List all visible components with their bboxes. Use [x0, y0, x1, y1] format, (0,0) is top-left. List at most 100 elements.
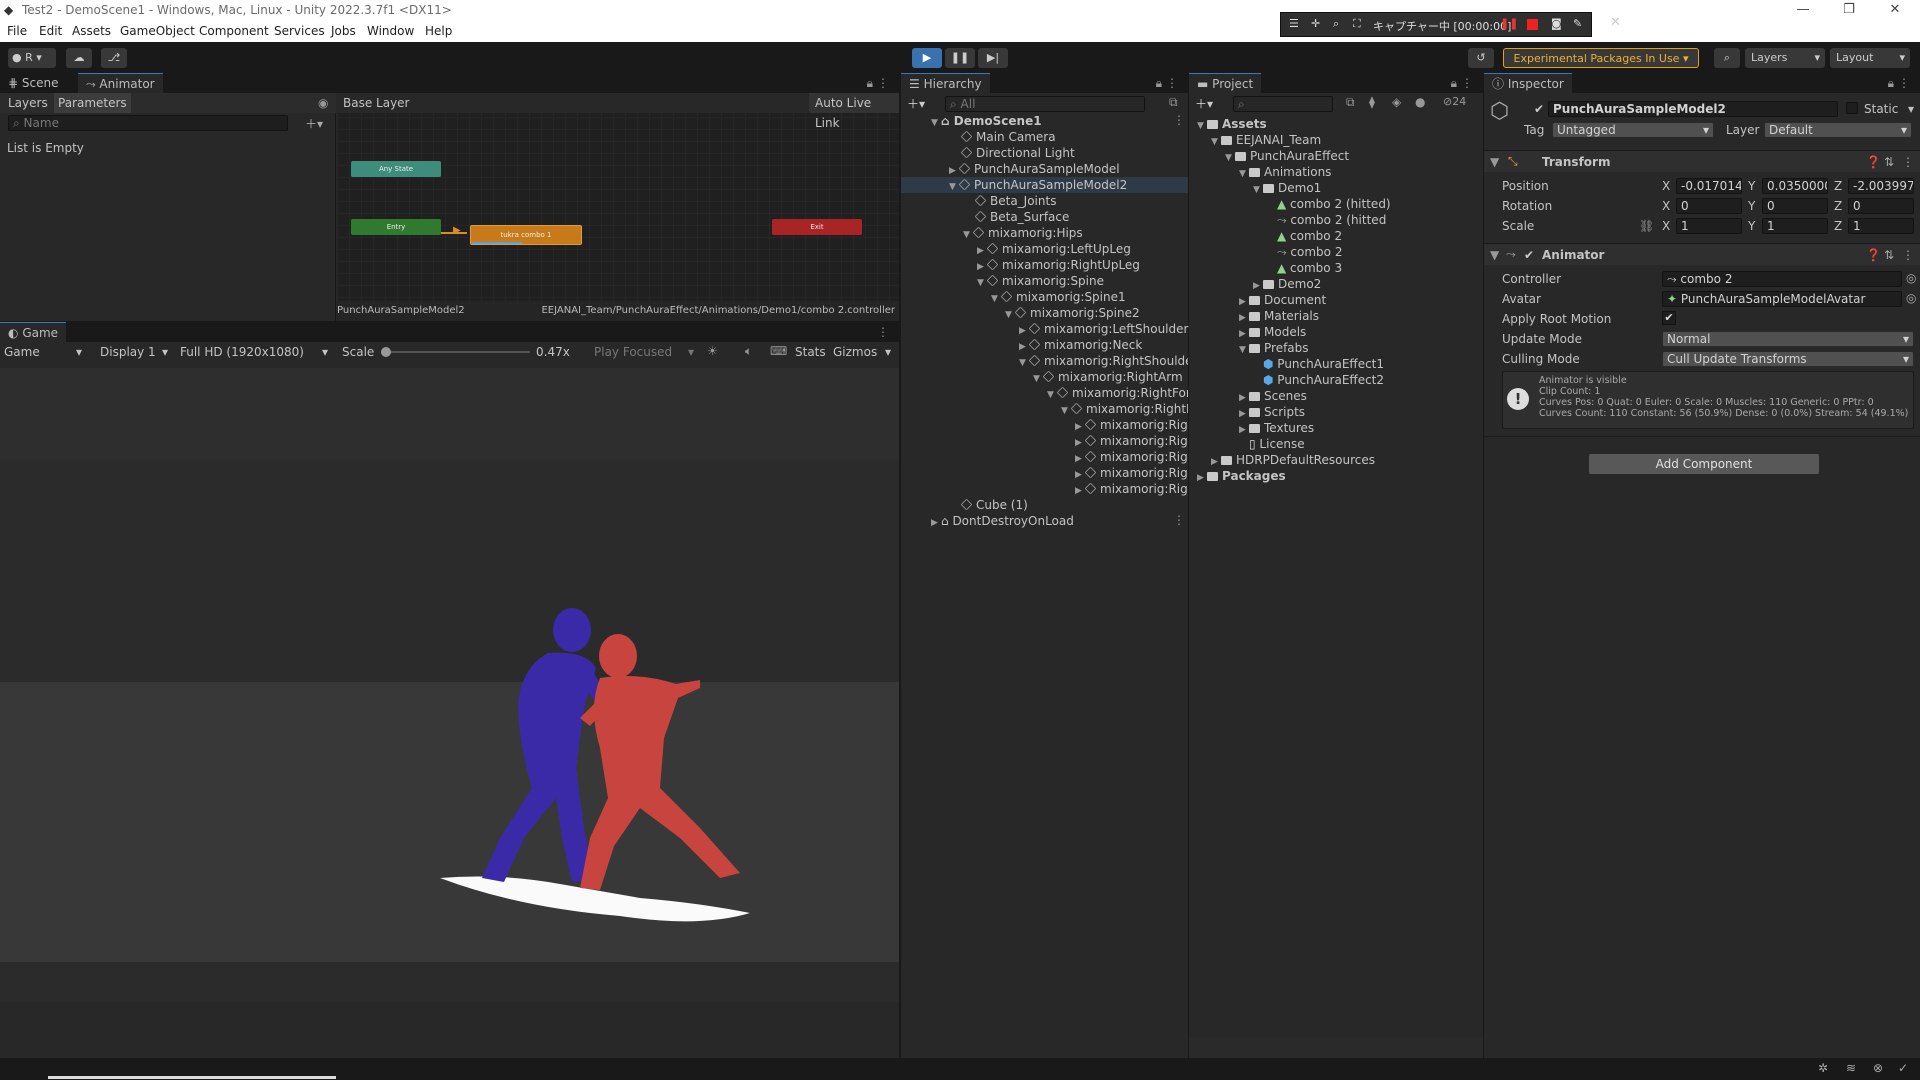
display-dropdown[interactable]: Display 1 [100, 345, 156, 359]
position-y-field[interactable]: 0.0350000 [1762, 178, 1828, 194]
project-item[interactable]: ⬢ PunchAuraEffect2 [1263, 372, 1384, 388]
collab-icon[interactable]: ⎇ [101, 48, 127, 68]
minimize-icon[interactable]: — [1780, 0, 1826, 20]
update-mode-dropdown[interactable]: Normal ▾ [1662, 331, 1914, 347]
filter-type-icon[interactable]: ⧫ [1369, 95, 1375, 109]
hierarchy-item[interactable]: ▼ mixamorig:RightShoulder [1019, 353, 1188, 369]
hierarchy-item[interactable]: Cube (1) [960, 497, 1028, 513]
lock-icon[interactable]: 🔒︎ [1156, 76, 1162, 91]
game-view[interactable] [0, 368, 899, 1002]
scale-x-field[interactable]: 1 [1676, 218, 1742, 234]
kebab-icon[interactable]: ⋮ [1902, 248, 1914, 262]
menu-edit[interactable]: Edit [39, 24, 62, 38]
hierarchy-item[interactable]: ▶ mixamorig:LeftUpLeg [977, 241, 1131, 257]
root-motion-checkbox[interactable]: ✔ [1662, 311, 1676, 325]
hierarchy-item[interactable]: ▼ mixamorig:RightArm [1033, 369, 1183, 385]
chevron-down-icon[interactable]: ▾ [1908, 102, 1914, 116]
add-component-button[interactable]: Add Component [1588, 453, 1820, 475]
restore-icon[interactable]: ❐ [1826, 0, 1872, 20]
step-button[interactable]: ▶| [978, 48, 1008, 68]
hierarchy-item[interactable]: ▶ mixamorig:Rigl [1075, 465, 1188, 481]
tab-hierarchy[interactable]: ☰ Hierarchy [901, 73, 990, 93]
bug-icon[interactable]: ✲ [1818, 1061, 1828, 1075]
project-item[interactable]: ▶ Scenes [1239, 388, 1307, 404]
pause-icon[interactable]: ❚❚ [1500, 17, 1518, 30]
cloud-icon[interactable]: ☁ [66, 48, 92, 68]
capture-close-icon[interactable]: ✕ [1610, 15, 1621, 30]
enabled-checkbox[interactable]: ✔ [1524, 248, 1534, 262]
position-x-field[interactable]: -0.017014: [1676, 178, 1742, 194]
static-checkbox[interactable] [1846, 102, 1858, 114]
zoom-icon[interactable]: ⌕ [1333, 17, 1339, 31]
menu-services[interactable]: Services [274, 24, 325, 38]
kebab-icon[interactable]: ⋮ [1173, 513, 1185, 527]
rotation-y-field[interactable]: 0 [1762, 198, 1828, 214]
create-button[interactable]: ＋▾ [907, 95, 925, 112]
project-item[interactable]: ▶ Packages [1197, 468, 1286, 484]
kebab-icon[interactable]: ⋮ [1902, 155, 1914, 169]
menu-help[interactable]: Help [425, 24, 452, 38]
hierarchy-item-demoscene1[interactable]: ▼ ⌂ DemoScene1 [931, 113, 1042, 129]
scale-z-field[interactable]: 1 [1848, 218, 1914, 234]
preset-icon[interactable]: ⇅ [1884, 248, 1894, 262]
hidden-packages-icon[interactable]: ⊘24 [1443, 95, 1466, 108]
menu-gameobject[interactable]: GameObject [120, 24, 195, 38]
transform-header[interactable]: ▼ ⤡ Transform ❓ ⇅ ⋮ [1484, 150, 1920, 172]
keyboard-icon[interactable]: ⌨ [770, 344, 787, 358]
project-item[interactable]: ▲ combo 2 [1277, 228, 1342, 244]
link-icon[interactable]: ⛓ [1639, 219, 1654, 233]
lock-icon[interactable]: 🔒︎ [1451, 76, 1457, 91]
hierarchy-item[interactable]: Directional Light [960, 145, 1075, 161]
any-state-node[interactable]: Any State [351, 161, 441, 177]
position-z-field[interactable]: -2.003997 [1848, 178, 1914, 194]
search-scope-icon[interactable]: ⧉ [1346, 95, 1355, 110]
help-icon[interactable]: ❓ [1866, 155, 1881, 169]
scale-slider[interactable] [382, 351, 530, 353]
kebab-icon[interactable]: ⋮ [877, 325, 889, 339]
scale-y-field[interactable]: 1 [1762, 218, 1828, 234]
lock-icon[interactable]: 🔒︎ [1888, 76, 1894, 91]
hierarchy-item[interactable]: ▼ mixamorig:RightH [1061, 401, 1188, 417]
project-item[interactable]: ▯ License [1249, 436, 1305, 452]
object-picker-icon[interactable]: ◎ [1906, 271, 1916, 285]
project-search-input[interactable]: ⌕ [1233, 96, 1333, 112]
project-item[interactable]: ▶ Models [1239, 324, 1306, 340]
tag-dropdown[interactable]: Untagged ▾ [1552, 122, 1714, 138]
animator-component-header[interactable]: ▼ ⤳ ✔ Animator ❓ ⇅ ⋮ [1484, 243, 1920, 265]
hierarchy-item[interactable]: ▼ mixamorig:Hips [963, 225, 1083, 241]
lock-icon[interactable]: 🔒︎ [867, 76, 873, 91]
project-item[interactable]: ▼ EEJANAI_Team [1211, 132, 1321, 148]
project-item[interactable]: ▶ Demo2 [1253, 276, 1321, 292]
hierarchy-item[interactable]: Main Camera [960, 129, 1056, 145]
project-item[interactable]: ▲ combo 2 (hitted) [1277, 196, 1391, 212]
controller-field[interactable]: ⤳ combo 2 [1662, 271, 1902, 287]
audio-icon[interactable]: 🔈︎ [745, 344, 752, 359]
close-icon[interactable]: ✕ [1872, 0, 1918, 20]
play-button[interactable]: ▶ [912, 48, 942, 68]
kebab-icon[interactable]: ⋮ [1461, 76, 1473, 90]
project-item[interactable]: ▶ HDRPDefaultResources [1211, 452, 1375, 468]
project-item[interactable]: ▼ PunchAuraEffect [1225, 148, 1349, 164]
hierarchy-item[interactable]: ▼ mixamorig:Spine2 [1005, 305, 1140, 321]
hierarchy-search-input[interactable]: ⌕ All [945, 96, 1145, 112]
hierarchy-item[interactable]: Beta_Surface [974, 209, 1069, 225]
favorite-icon[interactable]: ● [1415, 95, 1425, 109]
project-item[interactable]: ⤳ combo 2 (hitted [1277, 212, 1386, 228]
hierarchy-item[interactable]: ▶ mixamorig:Rigl [1075, 449, 1188, 465]
project-item[interactable]: ▶ Materials [1239, 308, 1319, 324]
object-name-field[interactable]: PunchAuraSampleModel2 [1548, 101, 1838, 117]
culling-mode-dropdown[interactable]: Cull Update Transforms ▾ [1662, 351, 1914, 367]
project-item[interactable]: ▼ Prefabs [1239, 340, 1309, 356]
hierarchy-item[interactable]: ▶ mixamorig:Rigl [1075, 481, 1188, 497]
stats-button[interactable]: Stats [795, 345, 826, 359]
layers-icon[interactable]: ≋ [1846, 1061, 1856, 1075]
eye-icon[interactable]: ◉ [318, 96, 328, 110]
hierarchy-item[interactable]: ▶ ⌂ DontDestroyOnLoad [931, 513, 1074, 529]
hierarchy-item[interactable]: ▼ mixamorig:Spine1 [991, 289, 1126, 305]
resolution-dropdown[interactable]: Full HD (1920x1080) [180, 345, 304, 359]
kebab-icon[interactable]: ⋮ [1166, 76, 1178, 90]
scene-visibility-icon[interactable]: ⧉ [1169, 95, 1178, 110]
menu-window[interactable]: Window [367, 24, 414, 38]
stop-icon[interactable] [1527, 19, 1538, 30]
pen-icon[interactable]: ✎ [1573, 17, 1582, 30]
